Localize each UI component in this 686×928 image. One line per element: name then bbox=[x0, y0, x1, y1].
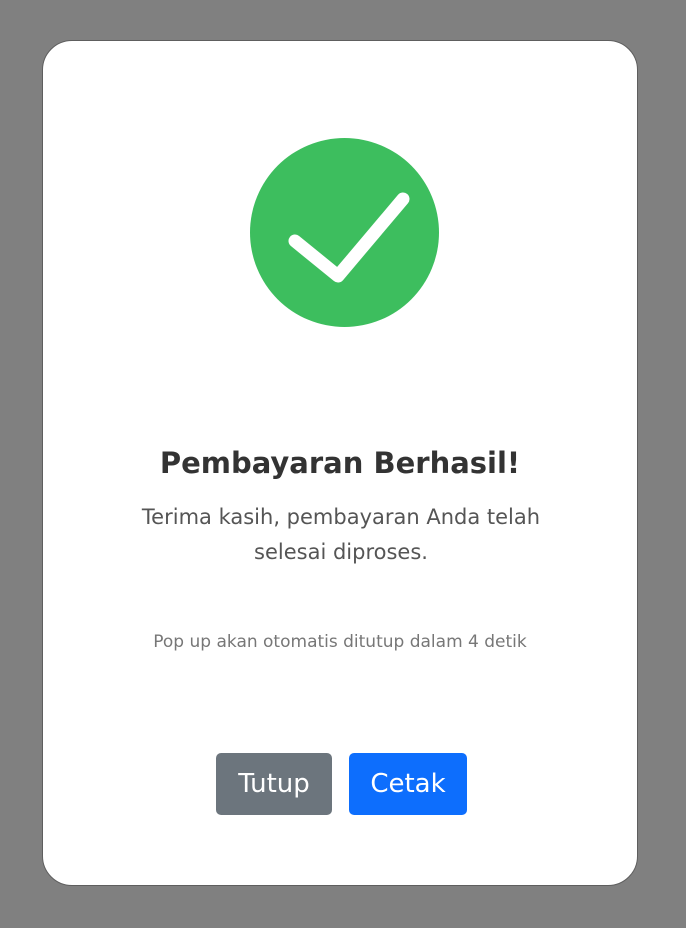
dialog-title: Pembayaran Berhasil! bbox=[159, 446, 521, 480]
auto-close-countdown: Pop up akan otomatis ditutup dalam 4 det… bbox=[153, 632, 527, 652]
payment-success-dialog: Pembayaran Berhasil! Terima kasih, pemba… bbox=[42, 40, 638, 886]
print-button[interactable]: Cetak bbox=[349, 753, 467, 815]
dialog-message: Terima kasih, pembayaran Anda telah sele… bbox=[141, 505, 541, 564]
close-button[interactable]: Tutup bbox=[216, 753, 332, 815]
check-circle-icon bbox=[250, 138, 439, 327]
